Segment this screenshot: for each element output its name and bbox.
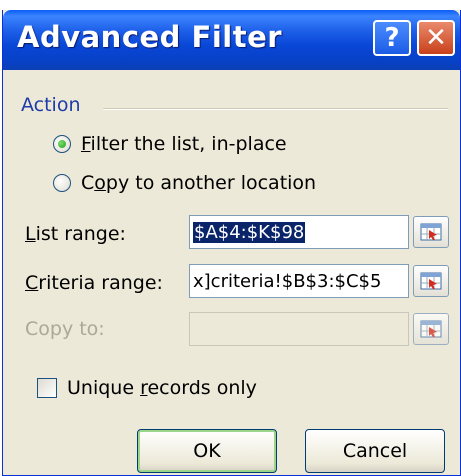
list-range-collapse-button[interactable] xyxy=(413,216,449,248)
list-range-label: List range: xyxy=(25,223,126,245)
help-button[interactable]: ? xyxy=(373,20,411,56)
copy-to-input xyxy=(189,312,409,346)
radio-button-unselected[interactable] xyxy=(53,174,71,192)
unique-records-checkbox-row[interactable]: Unique records only xyxy=(37,377,257,399)
criteria-range-value: x]criteria!$B$3:$C$5 xyxy=(193,270,382,292)
copy-to-collapse-button xyxy=(413,313,449,345)
radio-button-selected[interactable] xyxy=(53,135,71,153)
group-divider xyxy=(103,108,448,110)
cancel-button[interactable]: Cancel xyxy=(305,429,445,473)
range-select-icon xyxy=(420,272,442,290)
close-icon: ✕ xyxy=(425,23,447,53)
radio-label-rest: ilter the list, in-place xyxy=(90,133,287,155)
dialog-title: Advanced Filter xyxy=(17,20,283,54)
list-range-value: $A$4:$K$98 xyxy=(193,221,306,243)
action-group-label: Action xyxy=(21,94,81,116)
close-button[interactable]: ✕ xyxy=(417,20,455,56)
unique-records-checkbox[interactable] xyxy=(37,378,57,398)
copy-to-label: Copy to: xyxy=(25,318,105,340)
radio-filter-in-place[interactable]: Filter the list, in-place xyxy=(53,133,287,155)
unique-records-label: Unique records only xyxy=(67,377,257,399)
radio-label-filter-in-place: Filter the list, in-place xyxy=(81,133,287,155)
question-icon: ? xyxy=(384,23,400,53)
radio-label-copy-to-location: Copy to another location xyxy=(81,172,317,194)
radio-copy-to-location[interactable]: Copy to another location xyxy=(53,172,316,194)
criteria-range-label: Criteria range: xyxy=(25,272,163,294)
criteria-range-input[interactable]: x]criteria!$B$3:$C$5 xyxy=(189,264,409,298)
range-select-icon xyxy=(420,223,442,241)
ok-button[interactable]: OK xyxy=(137,429,277,473)
range-select-icon xyxy=(420,320,442,338)
list-range-input[interactable]: $A$4:$K$98 xyxy=(189,215,409,249)
advanced-filter-dialog: Advanced Filter ? ✕ Action Filter the li… xyxy=(2,10,461,476)
criteria-range-collapse-button[interactable] xyxy=(413,265,449,297)
title-bar[interactable]: Advanced Filter ? ✕ xyxy=(3,10,460,70)
